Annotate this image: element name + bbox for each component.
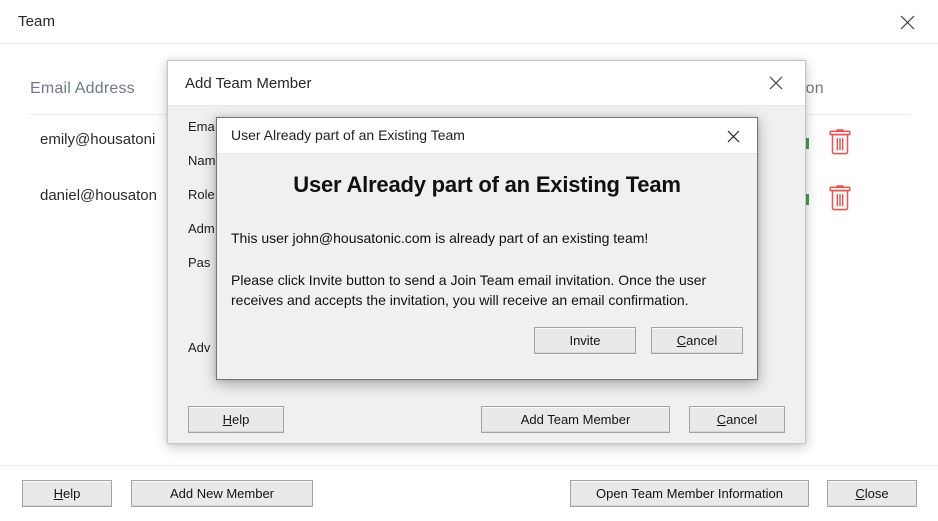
open-team-member-information-button[interactable]: Open Team Member Information xyxy=(570,480,809,507)
trash-icon-glyph xyxy=(829,185,851,211)
cell-email-address: emily@housatoni xyxy=(40,131,156,148)
dialog-add-team-member-button-label: Add Team Member xyxy=(520,412,631,427)
form-label-role: Role xyxy=(188,187,215,202)
trash-icon[interactable] xyxy=(828,128,856,158)
cell-email-address: daniel@housaton xyxy=(40,187,157,204)
alert-cancel-button[interactable]: Cancel xyxy=(651,327,743,354)
close-icon[interactable] xyxy=(890,6,924,38)
dialog-help-button-label-rest: elp xyxy=(232,412,250,427)
alert-dialog-heading: User Already part of an Existing Team xyxy=(293,172,681,197)
alert-dialog-message-primary: This user john@housatonic.com is already… xyxy=(231,230,649,246)
close-icon-glyph xyxy=(900,15,914,29)
main-titlebar: Team xyxy=(0,0,938,44)
alert-dialog-title: User Already part of an Existing Team xyxy=(231,127,465,143)
close-icon[interactable] xyxy=(760,68,792,98)
trash-icon-glyph xyxy=(829,129,851,155)
column-header-email-address: Email Address xyxy=(30,80,135,97)
alert-dialog-message-secondary: Please click Invite button to send a Joi… xyxy=(231,272,707,309)
dialog-help-button-accel: H xyxy=(222,412,233,427)
alert-cancel-button-accel: C xyxy=(676,333,687,348)
help-button-label-rest: elp xyxy=(63,486,81,501)
dialog-add-team-member-button[interactable]: Add Team Member xyxy=(481,406,670,433)
invite-button-label: Invite xyxy=(569,333,601,348)
help-button-accel: H xyxy=(53,486,64,501)
form-label-advanced: Adv xyxy=(188,340,211,355)
alert-dialog-body: User Already part of an Existing Team Th… xyxy=(217,154,757,379)
team-window: Team Email Address ction emily@housatoni xyxy=(0,0,938,521)
form-label-admin: Adm xyxy=(188,221,215,236)
form-label-password: Pas xyxy=(188,255,211,270)
trash-icon[interactable] xyxy=(828,184,856,214)
close-icon-glyph xyxy=(769,76,783,90)
add-team-member-dialog-titlebar: Add Team Member xyxy=(168,61,805,106)
dialog-cancel-button-label-rest: ancel xyxy=(726,412,758,427)
close-button-label-rest: lose xyxy=(864,486,889,501)
page-title: Team xyxy=(18,13,56,30)
dialog-help-button[interactable]: Help xyxy=(188,406,284,433)
close-button-accel: C xyxy=(855,486,865,501)
close-icon[interactable] xyxy=(719,123,747,149)
close-icon-glyph xyxy=(727,130,739,142)
add-team-member-dialog-title: Add Team Member xyxy=(185,75,312,92)
invite-button[interactable]: Invite xyxy=(534,327,636,354)
alert-cancel-button-label-rest: ancel xyxy=(686,333,718,348)
dialog-cancel-button-accel: C xyxy=(716,412,727,427)
form-label-email: Ema xyxy=(188,119,215,134)
alert-dialog-titlebar: User Already part of an Existing Team xyxy=(217,118,757,154)
user-already-part-of-team-dialog: User Already part of an Existing Team Us… xyxy=(216,117,758,380)
add-new-member-button-label: Add New Member xyxy=(169,486,275,501)
dialog-cancel-button[interactable]: Cancel xyxy=(689,406,785,433)
form-label-name: Nam xyxy=(188,153,216,168)
open-team-member-information-button-label: Open Team Member Information xyxy=(596,486,783,501)
close-button[interactable]: Close xyxy=(827,480,917,507)
help-button[interactable]: Help xyxy=(22,480,112,507)
add-new-member-button[interactable]: Add New Member xyxy=(131,480,313,507)
